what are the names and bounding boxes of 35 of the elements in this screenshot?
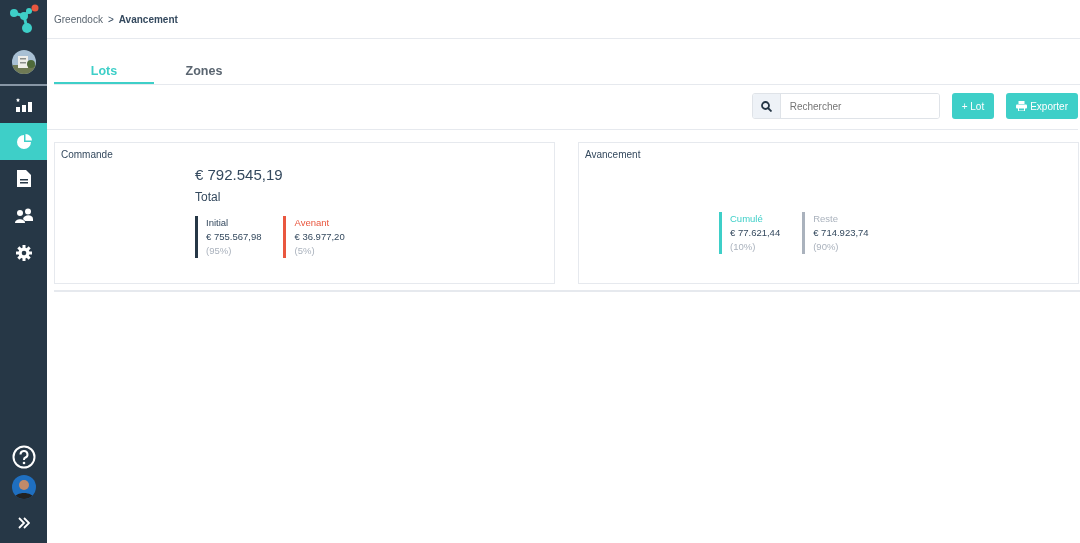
legend-value: € 77.621,44 xyxy=(730,226,781,240)
total-label: Total xyxy=(195,190,222,204)
logo-icon[interactable] xyxy=(8,4,39,34)
legend-label: Initial xyxy=(206,216,230,230)
tab[interactable]: Zones xyxy=(154,64,254,84)
help-icon[interactable] xyxy=(11,445,36,469)
search-field[interactable]: Rechercher xyxy=(751,93,940,119)
legend-percent: (95%) xyxy=(206,244,233,258)
legend-value: € 714.923,74 xyxy=(813,226,869,240)
user-avatar[interactable] xyxy=(11,475,36,499)
printer-icon xyxy=(1016,101,1028,111)
legend-percent: (90%) xyxy=(813,240,840,254)
breadcrumb-separator: > xyxy=(107,13,114,25)
legend-label: Cumulé xyxy=(730,212,764,226)
total-amount: € 792.545,19 xyxy=(195,166,284,183)
card-title: Commande xyxy=(60,148,114,160)
export-button[interactable]: Exporter xyxy=(1006,93,1078,119)
tab[interactable]: Lots xyxy=(54,64,154,84)
breadcrumb-current: Avancement xyxy=(118,13,178,25)
document-icon xyxy=(16,170,31,187)
settings-icon xyxy=(15,244,32,261)
add-button[interactable]: + Lot xyxy=(951,93,995,119)
legend-value: € 755.567,98 xyxy=(206,230,262,244)
search-icon xyxy=(760,100,772,112)
legend-label: Reste xyxy=(813,212,839,226)
legend-percent: (5%) xyxy=(294,244,316,258)
legend-label: Avenant xyxy=(294,216,331,230)
bar-chart-icon xyxy=(15,96,32,113)
legend-value: € 36.977,20 xyxy=(294,230,345,244)
pie-chart-icon xyxy=(15,133,32,150)
legend-percent: (10%) xyxy=(730,240,757,254)
breadcrumb-link[interactable]: Greendock xyxy=(54,13,103,25)
card-title: Avancement xyxy=(584,148,642,160)
people-icon xyxy=(14,208,33,223)
expand-icon[interactable] xyxy=(17,517,30,529)
